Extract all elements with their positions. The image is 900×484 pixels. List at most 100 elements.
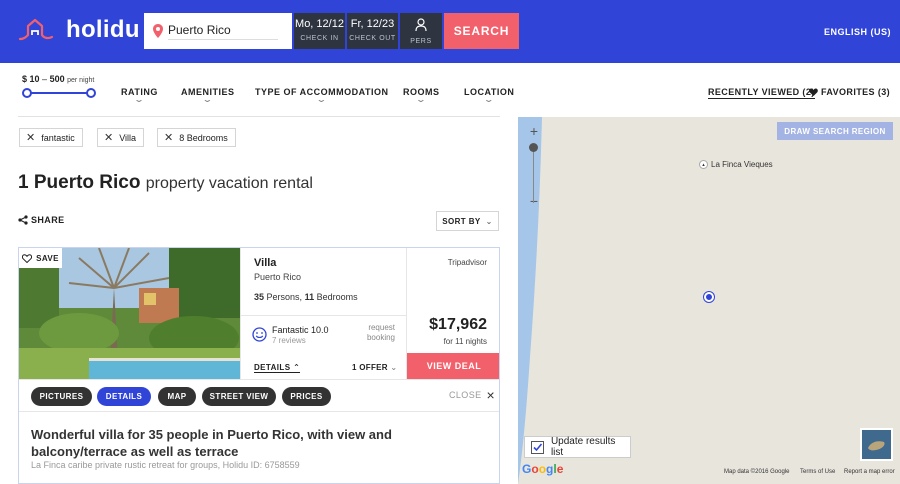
results-title: 1 Puerto Rico property vacation rental — [18, 172, 313, 194]
price-slider-max-handle[interactable] — [86, 88, 96, 98]
map-data-credit: Map data ©2016 Google — [724, 469, 790, 475]
listing-card: SAVE Villa Puerto Rico 35 Persons, 11 Be… — [18, 247, 500, 484]
share-button[interactable]: SHARE — [18, 215, 65, 225]
tab-street-view[interactable]: STREET VIEW — [202, 387, 276, 406]
close-icon[interactable]: ✕ — [104, 131, 113, 144]
chip-label: Villa — [119, 132, 137, 143]
close-icon[interactable]: ✕ — [164, 131, 173, 144]
filter-divider — [18, 116, 500, 117]
save-button[interactable]: SAVE — [19, 248, 62, 268]
smiley-rating-icon — [252, 327, 267, 342]
checkout-date: Fr, 12/23 — [350, 18, 395, 30]
price-max: 500 — [49, 74, 65, 84]
chevron-down-icon: ⌄ — [483, 95, 495, 104]
filter-location[interactable]: LOCATION ⌄ — [464, 87, 514, 104]
persons-count: 35 — [254, 292, 265, 302]
search-button[interactable]: SEARCH — [444, 13, 519, 49]
close-label: CLOSE — [449, 390, 482, 400]
close-details-button[interactable]: CLOSE × — [449, 387, 496, 403]
offers-toggle[interactable]: 1 OFFER ⌄ — [352, 363, 397, 372]
map-poi[interactable]: ▴ La Finca Vieques — [699, 160, 773, 169]
results-count: 1 Puerto Rico — [18, 172, 141, 193]
update-results-label: Update results list — [550, 436, 616, 458]
checkout-picker[interactable]: Fr, 12/23 CHECK OUT — [347, 13, 398, 49]
save-label: SAVE — [36, 253, 59, 263]
top-header: holidu Mo, 12/12 CHECK IN Fr, 12/23 CHEC… — [0, 0, 900, 63]
persons-picker[interactable]: PERS — [400, 13, 442, 49]
checkout-label: CHECK OUT — [349, 35, 396, 42]
checkin-label: CHECK IN — [300, 35, 339, 42]
filter-rooms[interactable]: ROOMS ⌄ — [403, 87, 440, 104]
price-min: $ 10 — [22, 74, 40, 84]
location-pin-icon — [153, 24, 163, 38]
satellite-toggle[interactable] — [860, 428, 893, 461]
favorites-link[interactable]: FAVORITES (3) — [809, 87, 890, 97]
map-view[interactable]: + − DRAW SEARCH REGION ▴ La Finca Vieque… — [518, 117, 900, 484]
holidu-logo[interactable]: holidu — [18, 16, 140, 44]
listing-type[interactable]: Villa — [254, 257, 276, 269]
house-logo-icon — [18, 18, 54, 41]
poi-label: La Finca Vieques — [711, 160, 773, 169]
details-label: DETAILS — [254, 363, 291, 372]
listing-map-marker[interactable] — [704, 292, 714, 302]
listing-photo[interactable]: SAVE — [19, 248, 240, 379]
zoom-out-button[interactable]: − — [527, 194, 541, 208]
persons-word: Persons, — [266, 292, 303, 302]
person-icon — [415, 18, 427, 32]
chevron-up-icon: ⌃ — [293, 363, 301, 372]
report-map-error-link[interactable]: Report a map error — [844, 469, 895, 475]
filter-rating[interactable]: RATING ⌄ — [121, 87, 158, 104]
sort-by-dropdown[interactable]: SORT BY ⌄ — [436, 211, 499, 231]
active-filter-chip[interactable]: ✕ Villa — [97, 128, 145, 147]
filter-accommodation-type[interactable]: TYPE OF ACCOMMODATION ⌄ — [255, 87, 389, 104]
persons-label: PERS — [410, 38, 432, 45]
bedrooms-count: 11 — [304, 292, 315, 302]
zoom-in-button[interactable]: + — [527, 124, 541, 138]
active-filter-chip[interactable]: ✕ 8 Bedrooms — [157, 128, 236, 147]
price-nights: for 11 nights — [443, 337, 487, 346]
view-deal-button[interactable]: VIEW DEAL — [407, 353, 499, 379]
price-slider-min-handle[interactable] — [22, 88, 32, 98]
sort-by-label: SORT BY — [442, 216, 481, 226]
google-logo: Google — [522, 462, 564, 476]
bedrooms-word: Bedrooms — [316, 292, 358, 302]
chip-label: fantastic — [41, 132, 75, 143]
terms-link[interactable]: Terms of Use — [800, 469, 835, 475]
heart-icon — [809, 88, 818, 96]
reviews-count[interactable]: 7 reviews — [272, 336, 306, 345]
tab-pictures[interactable]: PICTURES — [31, 387, 92, 406]
close-icon: × — [486, 387, 496, 403]
listing-tabs: PICTURES DETAILS MAP STREET VIEW PRICES … — [19, 379, 499, 412]
checkmark-icon — [533, 442, 543, 451]
description-subtitle: La Finca caribe private rustic retreat f… — [31, 460, 300, 470]
language-selector[interactable]: ENGLISH (US) — [824, 27, 891, 37]
destination-input[interactable] — [168, 22, 278, 40]
listing-price: $17,962 — [429, 316, 487, 333]
close-icon[interactable]: ✕ — [26, 131, 35, 144]
satellite-thumbnail-icon — [862, 430, 891, 459]
checkin-picker[interactable]: Mo, 12/12 CHECK IN — [294, 13, 345, 49]
price-range-label: $ 10 – 500 per night — [22, 74, 94, 84]
update-results-checkbox[interactable] — [531, 440, 544, 454]
tab-map[interactable]: MAP — [158, 387, 196, 406]
active-filter-chip[interactable]: ✕ fantastic — [19, 128, 83, 147]
price-unit: per night — [67, 77, 95, 84]
info-divider — [241, 315, 407, 316]
recently-viewed-link[interactable]: RECENTLY VIEWED (2) — [708, 87, 815, 99]
rating-text: Fantastic 10.0 — [272, 325, 329, 335]
chevron-down-icon: ⌄ — [133, 95, 146, 104]
price-slider[interactable] — [22, 88, 96, 98]
logo-text: holidu — [66, 16, 140, 43]
checkin-date: Mo, 12/12 — [295, 18, 344, 30]
tab-prices[interactable]: PRICES — [282, 387, 331, 406]
draw-search-region-button[interactable]: DRAW SEARCH REGION — [777, 122, 893, 140]
chip-label: 8 Bedrooms — [179, 132, 228, 143]
results-title-rest: property vacation rental — [145, 175, 313, 192]
update-results-toggle[interactable]: Update results list — [524, 436, 631, 458]
destination-search[interactable] — [144, 13, 292, 49]
price-separator: – — [42, 74, 48, 84]
zoom-slider-handle[interactable] — [529, 143, 538, 152]
share-label: SHARE — [31, 215, 65, 225]
tab-details[interactable]: DETAILS — [97, 387, 151, 406]
details-toggle[interactable]: DETAILS ⌃ — [254, 363, 301, 373]
